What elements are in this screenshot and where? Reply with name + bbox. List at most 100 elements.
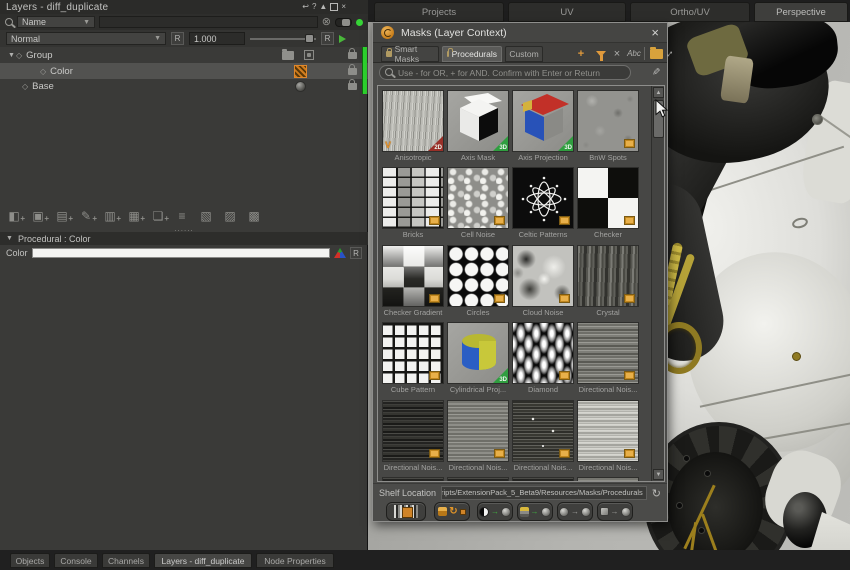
- blend-mode-dropdown[interactable]: Normal▼: [6, 32, 166, 45]
- swatch-label: Checker Gradient: [380, 308, 446, 317]
- layer-row-base[interactable]: ◇ Base: [0, 79, 368, 94]
- layer-enabled-bar[interactable]: [362, 79, 367, 94]
- group-mask-icon[interactable]: [304, 50, 314, 60]
- tab-console[interactable]: Console: [54, 553, 98, 568]
- filter-play-icon[interactable]: [339, 35, 346, 43]
- expander-icon[interactable]: ▼: [8, 52, 16, 59]
- add-group-icon[interactable]: ❏: [150, 208, 166, 224]
- tileable-badge: [429, 449, 440, 458]
- procedural-section-header[interactable]: ▼ Procedural : Color: [0, 232, 368, 245]
- add-graph-layer-icon[interactable]: ✎: [78, 208, 94, 224]
- add-mask-icon[interactable]: ▦: [126, 208, 142, 224]
- tab-projects[interactable]: Projects: [374, 2, 504, 22]
- tab-label: Smart Masks: [395, 44, 434, 64]
- bottom-tab-bar: Objects Console Channels Layers - diff_d…: [0, 550, 850, 570]
- brush-sparkle-icon[interactable]: ✎: [649, 67, 660, 75]
- shelf-location-path[interactable]: ari/Scripts/ExtensionPack_5_Beta9/Resour…: [441, 486, 647, 500]
- slider-handle[interactable]: [305, 34, 314, 43]
- clear-filter-icon[interactable]: ×: [611, 46, 623, 61]
- apply-mask-color-button[interactable]: →: [517, 502, 553, 521]
- gray-arrow-icon: →: [611, 507, 619, 516]
- lock-icon: [386, 51, 392, 57]
- lock-icon[interactable]: [348, 52, 357, 59]
- filter-funnel-icon[interactable]: [594, 46, 608, 61]
- clear-filter-icon[interactable]: ⊗: [322, 16, 331, 28]
- refresh-icon[interactable]: ↻: [652, 487, 661, 500]
- tileable-badge: [624, 216, 635, 225]
- shelf-location-label: Shelf Location: [379, 488, 436, 498]
- close-icon[interactable]: ×: [341, 1, 346, 13]
- filter-toggle[interactable]: [335, 18, 352, 27]
- toolbar-separator: [644, 47, 645, 60]
- undock-icon[interactable]: ↩: [302, 1, 309, 13]
- add-adjustment-layer-icon[interactable]: ▤: [54, 208, 70, 224]
- tab-perspective[interactable]: Perspective: [754, 2, 848, 22]
- gray-arrow-icon: →: [571, 507, 579, 516]
- remove-layer-icon[interactable]: ▨: [222, 208, 238, 224]
- tab-ortho-uv[interactable]: Ortho/UV: [630, 2, 750, 22]
- open-folder-icon[interactable]: [649, 46, 664, 61]
- tab-node-properties[interactable]: Node Properties: [256, 553, 334, 568]
- scroll-down-icon[interactable]: ▼: [653, 469, 664, 480]
- add-ramp-layer-icon[interactable]: ▥: [102, 208, 118, 224]
- layer-row-color[interactable]: ◇ Color: [0, 63, 368, 79]
- procedural-thumbnail[interactable]: [294, 65, 307, 78]
- viewport-tab-bar: Projects UV Ortho/UV Perspective: [368, 0, 850, 22]
- merge-layers-icon[interactable]: ≡: [174, 208, 190, 224]
- rgb-picker-icon[interactable]: [334, 248, 346, 258]
- color-stack-icon: [520, 507, 529, 517]
- layer-filter-input[interactable]: [99, 16, 318, 28]
- close-icon[interactable]: ×: [651, 25, 659, 40]
- swatch-thumbnail: [512, 400, 574, 462]
- color-swatch-bar[interactable]: [32, 248, 330, 258]
- layer-row-group[interactable]: ▼ ◇ Group: [0, 47, 368, 63]
- scroll-up-icon[interactable]: ▲: [653, 87, 664, 98]
- duplicate-layer-icon[interactable]: ▧: [198, 208, 214, 224]
- tab-channels[interactable]: Channels: [102, 553, 150, 568]
- lock-icon[interactable]: [348, 83, 357, 90]
- tab-procedurals[interactable]: Procedurals: [442, 46, 502, 62]
- tab-objects[interactable]: Objects: [10, 553, 50, 568]
- tab-layers[interactable]: Layers - diff_duplicate: [154, 553, 252, 568]
- help-icon[interactable]: ?: [312, 1, 316, 13]
- masks-scrollbar[interactable]: ▲ ▼: [651, 86, 664, 481]
- swatch-label: Diamond: [510, 385, 576, 394]
- tab-custom[interactable]: Custom: [505, 46, 543, 62]
- swatch-thumbnail: [512, 167, 574, 229]
- float-icon[interactable]: [330, 3, 338, 11]
- blend-amount-field[interactable]: 1.000: [189, 32, 245, 45]
- blend-amount-slider[interactable]: [250, 32, 316, 45]
- expander-icon[interactable]: ▼: [6, 235, 13, 242]
- tileable-badge: [494, 449, 505, 458]
- add-procedural-layer-icon[interactable]: ▣: [30, 208, 46, 224]
- reload-shelf-button[interactable]: ↻: [434, 502, 470, 521]
- bw-circle-icon: [479, 507, 489, 517]
- layers-panel-header[interactable]: Layers - diff_duplicate ↩ ? ▲ ×: [0, 0, 368, 14]
- add-icon[interactable]: +: [575, 46, 587, 61]
- apply-sphere-button[interactable]: →: [557, 502, 593, 521]
- apply-mask-bw-button[interactable]: →: [477, 502, 513, 521]
- reset-button[interactable]: R: [321, 32, 334, 45]
- layer-enabled-bar[interactable]: [362, 47, 367, 63]
- masks-search-input[interactable]: [379, 65, 631, 80]
- swatch-thumbnail: [577, 400, 639, 462]
- apply-square-button[interactable]: →: [597, 502, 633, 521]
- reset-color-button[interactable]: R: [350, 247, 362, 259]
- expand-dialog-icon[interactable]: ↕: [663, 46, 676, 61]
- layer-grid-icon[interactable]: ▩: [246, 208, 262, 224]
- tab-smart-masks[interactable]: Smart Masks: [381, 46, 439, 62]
- add-paint-layer-icon[interactable]: ◧: [6, 208, 22, 224]
- lock-icon[interactable]: [348, 68, 357, 75]
- shelf-view-button[interactable]: [386, 502, 426, 521]
- masks-dialog-titlebar[interactable]: Masks (Layer Context) ×: [373, 23, 667, 43]
- collapse-icon[interactable]: ▲: [319, 1, 327, 13]
- cycle-icon: ↻: [449, 506, 457, 517]
- layer-enabled-bar[interactable]: [362, 63, 367, 79]
- swatch-label: Bricks: [380, 230, 446, 239]
- procedural-header-label: Procedural : Color: [18, 234, 91, 244]
- text-search-icon[interactable]: Abc: [624, 46, 644, 61]
- filter-field-dropdown[interactable]: Name▼: [17, 16, 95, 28]
- tab-uv[interactable]: UV: [508, 2, 626, 22]
- reset-amount-button[interactable]: R: [171, 32, 184, 45]
- tileable-badge: [559, 216, 570, 225]
